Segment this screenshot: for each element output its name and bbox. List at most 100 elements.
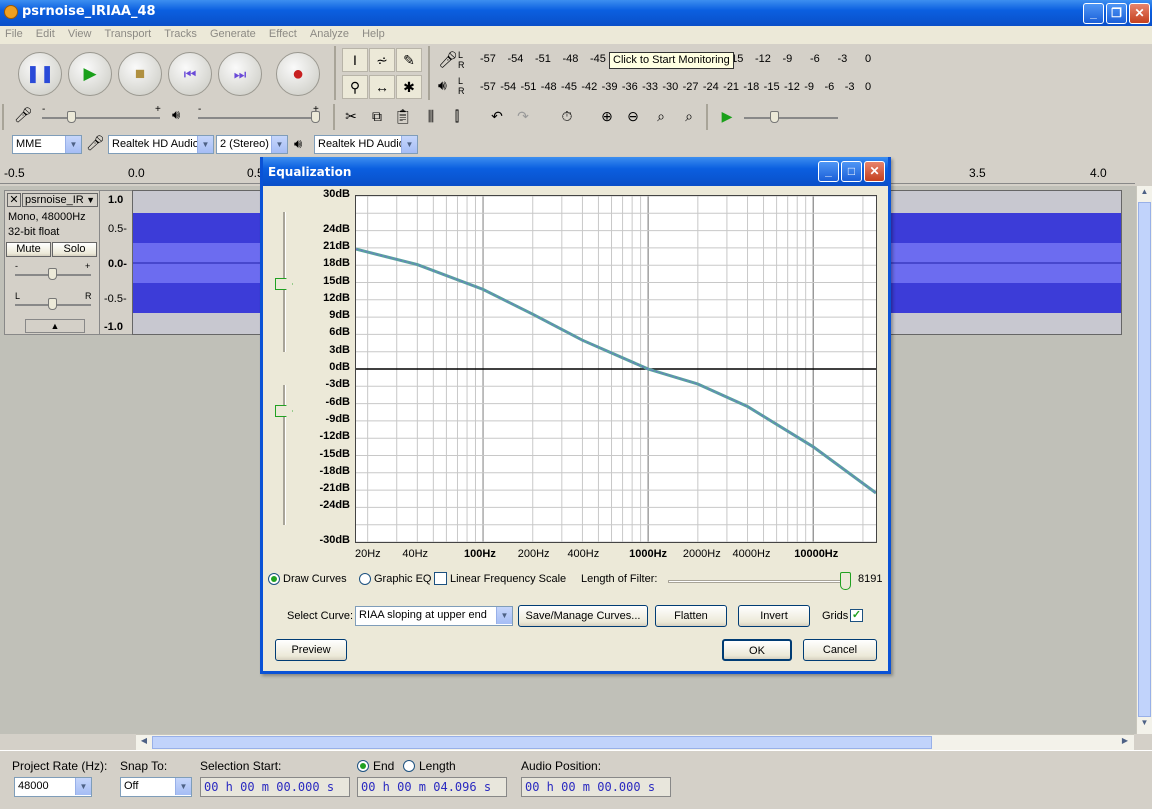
menu-edit[interactable]: Edit — [31, 26, 60, 40]
filter-length-slider[interactable] — [668, 580, 848, 583]
dialog-title-bar: Equalization _ □ ✕ — [263, 157, 888, 186]
timeshift-tool[interactable]: ↔ — [369, 75, 395, 99]
scroll-thumb[interactable] — [1138, 202, 1151, 717]
scroll-left-button[interactable]: ◀ — [137, 736, 151, 749]
menu-transport[interactable]: Transport — [100, 26, 157, 40]
menu-tracks[interactable]: Tracks — [159, 26, 202, 40]
dialog-maximize-button[interactable]: □ — [841, 161, 862, 182]
collapse-track-button[interactable]: ▲ — [25, 319, 85, 333]
paste-button[interactable]: 📋︎ — [390, 105, 416, 129]
multi-tool[interactable]: ✱ — [396, 75, 422, 99]
graphic-eq-radio[interactable] — [359, 573, 371, 585]
output-volume-thumb[interactable] — [311, 111, 320, 123]
redo-button[interactable]: ↷ — [510, 105, 536, 129]
track-name-menu[interactable]: psrnoise_IR ▼ — [22, 193, 98, 207]
end-radio[interactable] — [357, 760, 369, 772]
menu-view[interactable]: View — [63, 26, 97, 40]
copy-button[interactable]: ⧉ — [364, 105, 390, 129]
track-gain-thumb[interactable] — [48, 268, 57, 280]
preview-button[interactable]: Preview — [275, 639, 347, 661]
play-speed-slider[interactable] — [744, 117, 838, 119]
fit-selection-button[interactable]: ⌕ — [648, 105, 674, 129]
scroll-right-button[interactable]: ▶ — [1118, 736, 1132, 749]
cancel-button[interactable]: Cancel — [803, 639, 877, 661]
speaker-icon: 🔊︎ — [438, 77, 447, 93]
pause-button[interactable]: ❚❚ — [18, 52, 62, 96]
undo-button[interactable]: ↶ — [484, 105, 510, 129]
host-select[interactable]: MME ▼ — [12, 135, 82, 154]
play-meter[interactable]: -57 -54 -51 -48 -45 -42 -39 -36 -33 -30 -27 -24 -21-… — [468, 77, 878, 99]
input-volume-thumb[interactable] — [67, 111, 76, 123]
project-rate-select[interactable]: 48000 ▼ — [14, 777, 92, 797]
menu-generate[interactable]: Generate — [205, 26, 261, 40]
scroll-up-button[interactable]: ▲ — [1138, 187, 1151, 201]
envelope-tool[interactable]: ⩫ — [369, 48, 395, 72]
save-manage-curves-button[interactable]: Save/Manage Curves... — [518, 605, 648, 627]
solo-button[interactable]: Solo — [52, 242, 97, 257]
flatten-button[interactable]: Flatten — [655, 605, 727, 627]
monitoring-tooltip-text: Click to Start Monitoring — [613, 54, 730, 66]
sync-lock-button[interactable]: ⏱ — [554, 105, 580, 129]
menu-file[interactable]: File — [0, 26, 28, 40]
trim-button[interactable]: ⫼ — [418, 105, 444, 129]
db-tick-label: -9dB — [325, 412, 350, 425]
grids-checkbox[interactable]: ✓ — [850, 609, 863, 622]
playback-device-select[interactable]: Realtek HD Audio ▼ — [314, 135, 418, 154]
stop-button[interactable]: ■ — [118, 52, 162, 96]
length-radio[interactable] — [403, 760, 415, 772]
track-close-button[interactable]: ✕ — [7, 193, 21, 207]
filter-length-thumb[interactable] — [840, 572, 851, 590]
maximize-button[interactable]: ❐ — [1106, 3, 1127, 24]
title-bar: psrnoise_IRIAA_48 _ ❐ ✕ — [0, 0, 1152, 26]
silence-button[interactable]: ⫿ — [444, 105, 470, 129]
meter-tick: -42 — [581, 81, 598, 93]
play-button[interactable]: ▶ — [68, 52, 112, 96]
selection-start-field[interactable]: 00 h 00 m 00.000 s — [200, 777, 350, 797]
record-button[interactable]: ● — [276, 52, 320, 96]
scale-label: 1.0 — [108, 194, 124, 206]
menu-help[interactable]: Help — [357, 26, 390, 40]
input-volume-slider[interactable] — [42, 117, 160, 119]
chevron-down-icon: ▼ — [86, 195, 95, 205]
output-volume-slider[interactable] — [198, 117, 318, 119]
cut-button[interactable]: ✂ — [338, 105, 364, 129]
dialog-minimize-button[interactable]: _ — [818, 161, 839, 182]
linear-scale-checkbox[interactable] — [434, 572, 447, 585]
draw-tool[interactable]: ✎ — [396, 48, 422, 72]
snap-to-select[interactable]: Off ▼ — [120, 777, 192, 797]
zoom-in-button[interactable]: ⊕ — [594, 105, 620, 129]
draw-curves-radio[interactable] — [268, 573, 280, 585]
scroll-thumb[interactable] — [152, 736, 932, 749]
chevron-down-icon: ▼ — [271, 136, 287, 153]
channels-select[interactable]: 2 (Stereo) ▼ — [216, 135, 288, 154]
dialog-close-button[interactable]: ✕ — [864, 161, 885, 182]
gain-plus-label: + — [85, 261, 91, 271]
eq-graph[interactable] — [355, 195, 877, 543]
audio-position-field[interactable]: 00 h 00 m 00.000 s — [521, 777, 671, 797]
db-tick-label: 3dB — [329, 343, 350, 356]
play-at-speed-button[interactable]: ▶ — [714, 105, 740, 129]
mute-button[interactable]: Mute — [6, 242, 51, 257]
skip-start-button[interactable]: ⏮ — [168, 52, 212, 96]
record-device-select[interactable]: Realtek HD Audio ▼ — [108, 135, 214, 154]
selection-end-field[interactable]: 00 h 00 m 04.096 s — [357, 777, 507, 797]
close-button[interactable]: ✕ — [1129, 3, 1150, 24]
play-speed-thumb[interactable] — [770, 111, 779, 123]
minimize-button[interactable]: _ — [1083, 3, 1104, 24]
zoom-out-button[interactable]: ⊖ — [620, 105, 646, 129]
menu-analyze[interactable]: Analyze — [305, 26, 354, 40]
scroll-down-button[interactable]: ▼ — [1138, 718, 1151, 732]
select-curve-dropdown[interactable]: RIAA sloping at upper end ▼ — [355, 606, 513, 626]
meter-tick: -57 — [480, 53, 496, 65]
vertical-scrollbar[interactable]: ▲ ▼ — [1136, 186, 1152, 734]
ok-button[interactable]: OK — [722, 639, 792, 661]
db-tick-label: 9dB — [329, 309, 350, 322]
zoom-tool[interactable]: ⚲ — [342, 75, 368, 99]
horizontal-scrollbar[interactable]: ◀ ▶ — [136, 734, 1134, 750]
skip-end-button[interactable]: ⏭ — [218, 52, 262, 96]
invert-button[interactable]: Invert — [738, 605, 810, 627]
selection-tool[interactable]: I — [342, 48, 368, 72]
track-pan-thumb[interactable] — [48, 298, 57, 310]
menu-effect[interactable]: Effect — [264, 26, 302, 40]
fit-project-button[interactable]: ⌕ — [676, 105, 702, 129]
